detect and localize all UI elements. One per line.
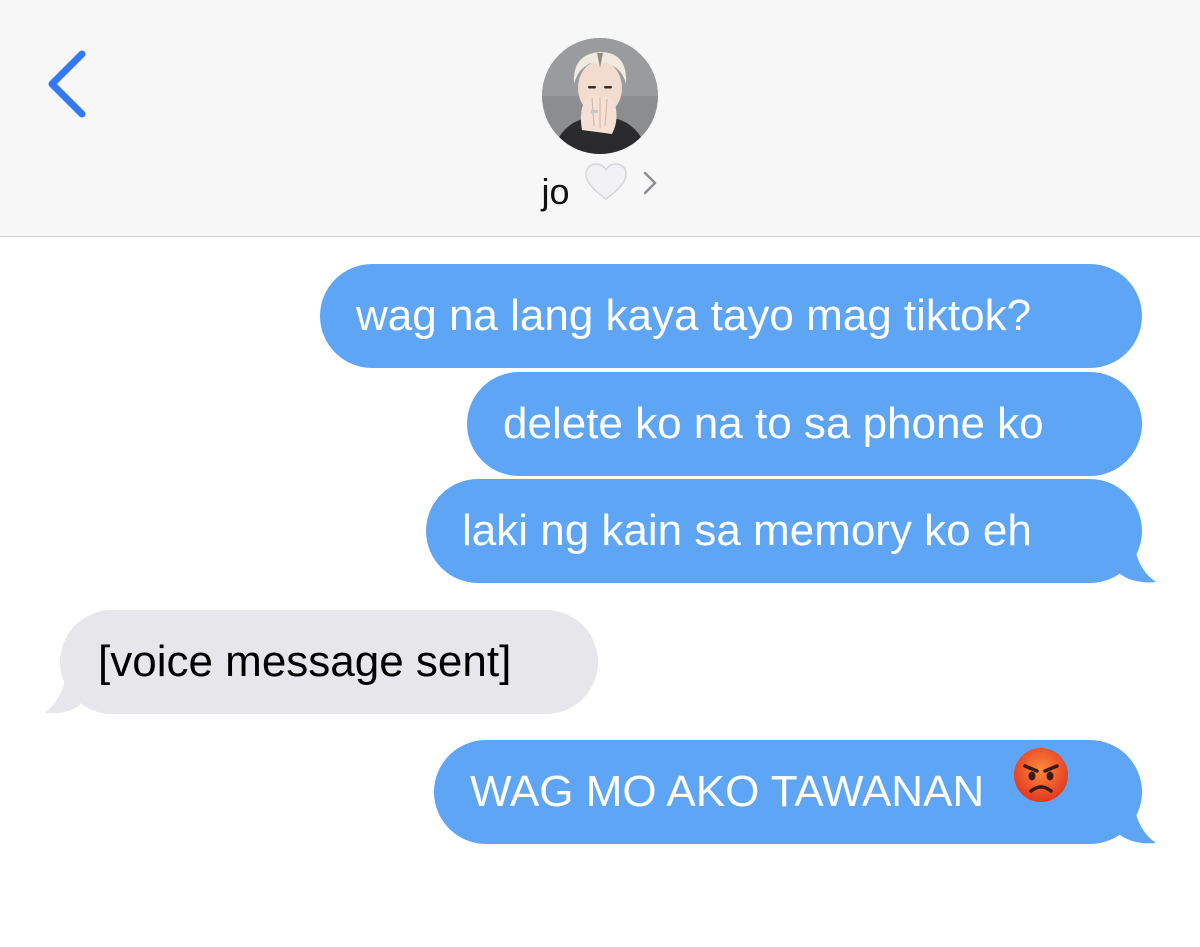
message-text: wag na lang kaya tayo mag tiktok?	[356, 291, 1032, 340]
contact-details-button[interactable]: jo	[0, 162, 1200, 212]
message-text: delete ko na to sa phone ko	[503, 399, 1044, 448]
bubble-tail	[1116, 544, 1156, 583]
back-button[interactable]	[34, 44, 104, 124]
message-bubble-outgoing[interactable]: WAG MO AKO TAWANAN	[434, 740, 1142, 844]
contact-name: jo	[541, 171, 570, 212]
avatar-photo	[542, 38, 658, 154]
message-bubble-incoming[interactable]: [voice message sent]	[60, 610, 598, 714]
chevron-left-icon	[48, 50, 86, 118]
message-bubble-outgoing[interactable]: wag na lang kaya tayo mag tiktok?	[320, 264, 1142, 368]
chevron-right-icon	[642, 168, 658, 216]
message-bubble-outgoing[interactable]: delete ko na to sa phone ko	[467, 372, 1142, 476]
message-text: WAG MO AKO TAWANAN	[470, 767, 985, 816]
bubble-tail	[44, 675, 84, 714]
message-text: [voice message sent]	[98, 637, 512, 686]
angry-face-icon	[1012, 738, 1070, 842]
bubble-tail	[1116, 805, 1156, 844]
contact-avatar[interactable]	[542, 38, 658, 154]
conversation-header: jo	[0, 0, 1200, 237]
message-text: laki ng kain sa memory ko eh	[462, 506, 1032, 555]
white-heart-icon	[584, 162, 628, 222]
message-bubble-outgoing[interactable]: laki ng kain sa memory ko eh	[426, 479, 1142, 583]
